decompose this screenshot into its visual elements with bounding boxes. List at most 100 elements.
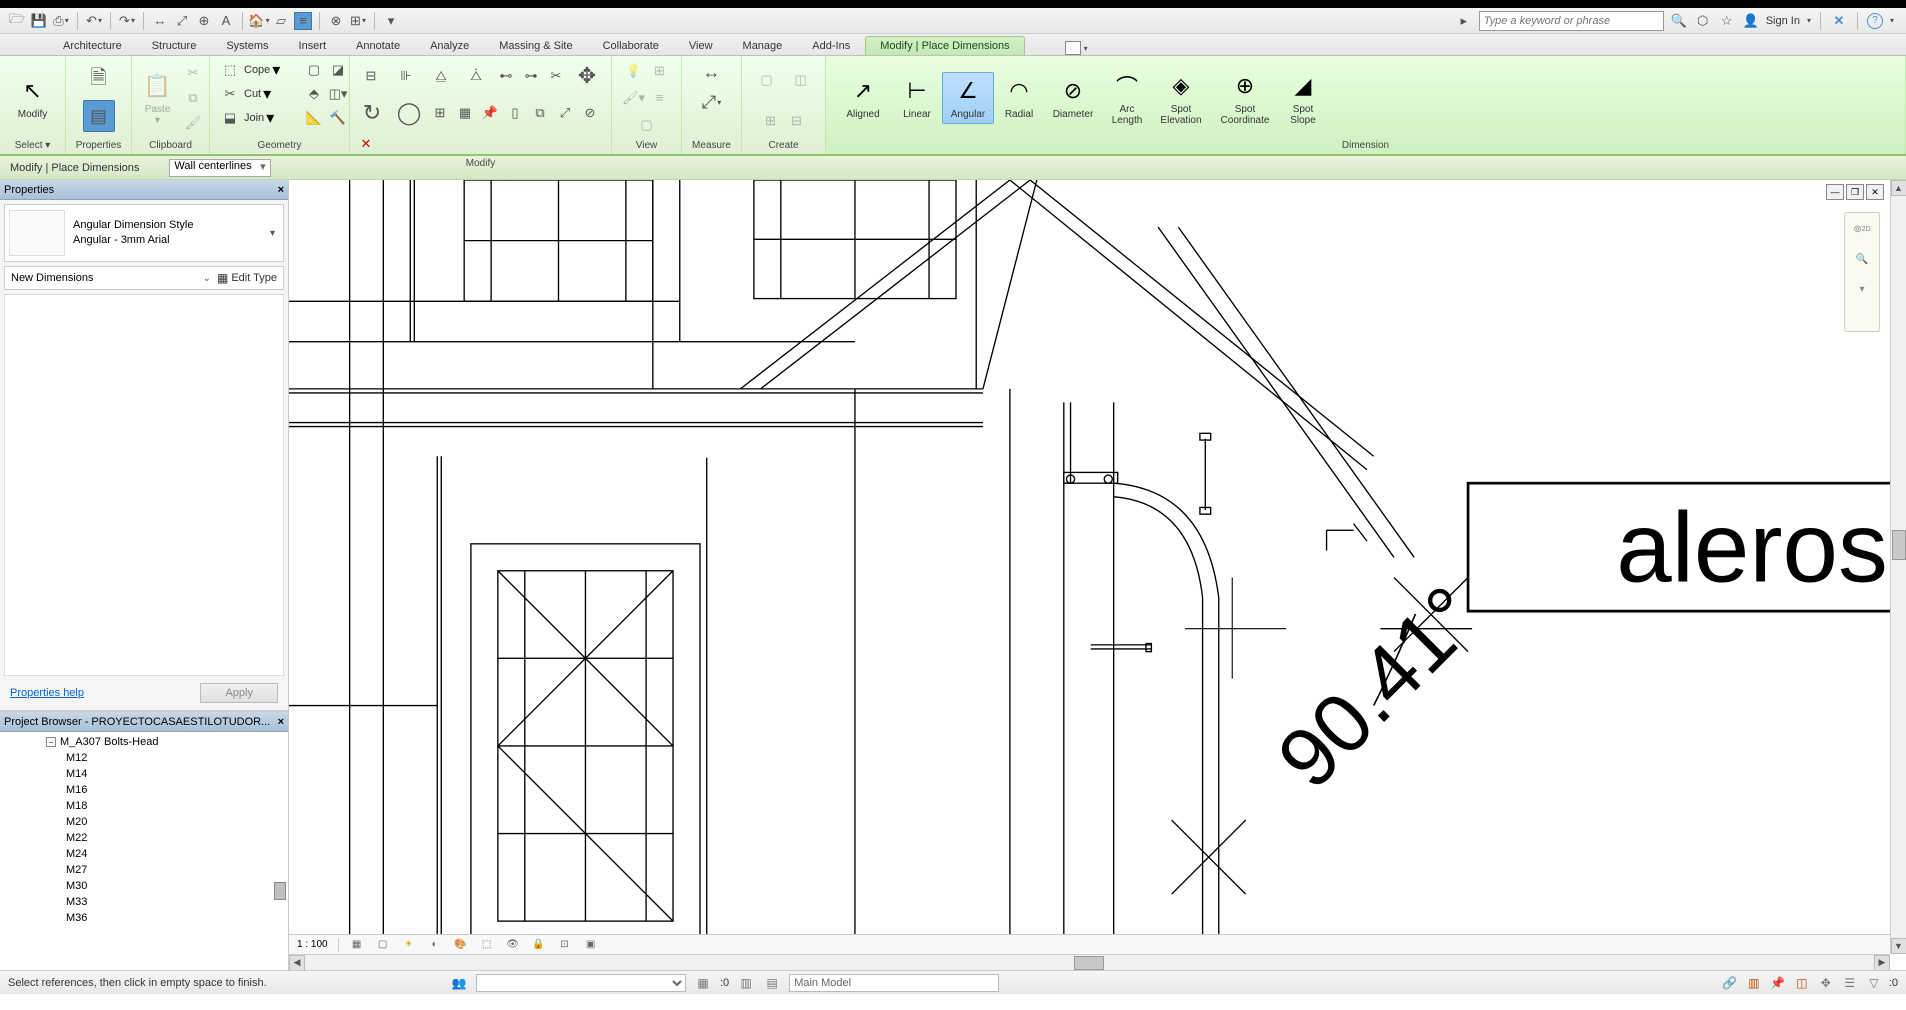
help-icon[interactable]: ?	[1867, 13, 1883, 29]
unpin-icon[interactable]: ⊘	[578, 101, 602, 125]
select-pinned-icon[interactable]: 📌	[1769, 974, 1787, 992]
thin-lines-icon[interactable]: ≡	[294, 12, 312, 30]
worksets-select[interactable]	[476, 974, 686, 992]
reference-select[interactable]: Wall centerlines	[169, 159, 270, 177]
search-trigger-icon[interactable]: ▸	[1455, 12, 1473, 30]
edit-type-button[interactable]: ▦Edit Type	[217, 271, 277, 285]
ribbon-display-toggle[interactable]: ▾	[1065, 41, 1088, 55]
user-icon[interactable]: 👤	[1742, 12, 1760, 30]
tree-item[interactable]: M22	[0, 830, 288, 846]
measure2-icon[interactable]: ⤢▾	[694, 88, 730, 116]
scroll-left-icon[interactable]: ◀	[289, 955, 305, 971]
crop-region-icon[interactable]: 👁	[505, 937, 521, 953]
spot-coordinate-button[interactable]: ⊕Spot Coordinate	[1212, 68, 1278, 129]
tree-item[interactable]: M20	[0, 814, 288, 830]
tab-view[interactable]: View	[674, 36, 728, 55]
geo-tool-1-icon[interactable]: ▢	[302, 58, 326, 82]
cut-icon[interactable]: ✂	[181, 61, 205, 85]
tree-item[interactable]: M27	[0, 862, 288, 878]
offset-icon[interactable]: ⊪	[389, 63, 423, 89]
mirror-axis-icon[interactable]: ⧋	[424, 63, 458, 89]
tree-item[interactable]: M24	[0, 846, 288, 862]
properties-help-link[interactable]: Properties help	[10, 687, 84, 699]
scale-icon[interactable]: ⤢	[553, 101, 577, 125]
design-option-select[interactable]	[789, 974, 999, 992]
geo-tool-6-icon[interactable]: 🔨	[326, 106, 350, 130]
geo-tool-5-icon[interactable]: 📐	[302, 106, 326, 130]
select-face-icon[interactable]: ◫	[1793, 974, 1811, 992]
sun-path-icon[interactable]: ☀	[401, 937, 417, 953]
pin-icon[interactable]: 📌	[478, 101, 502, 125]
exchange-apps-icon[interactable]: ✕	[1830, 12, 1848, 30]
tab-systems[interactable]: Systems	[211, 36, 283, 55]
tree-item[interactable]: M30	[0, 878, 288, 894]
tree-item[interactable]: M12	[0, 750, 288, 766]
tree-item[interactable]: M18	[0, 798, 288, 814]
tab-collaborate[interactable]: Collaborate	[588, 36, 674, 55]
crop-icon[interactable]: ⬚	[479, 937, 495, 953]
apply-button[interactable]: Apply	[200, 683, 278, 703]
open-icon[interactable]: 🗁	[8, 12, 26, 30]
redo-icon[interactable]: ↷▾	[118, 12, 136, 30]
view-tool-4-icon[interactable]: ≡	[648, 86, 672, 110]
section-icon[interactable]: ▱	[272, 12, 290, 30]
delete-icon[interactable]: ✕	[354, 132, 378, 156]
type-properties-icon[interactable]: 🗎	[83, 64, 115, 96]
split-icon[interactable]: ⊷	[494, 64, 518, 88]
horizontal-scrollbar[interactable]: ◀ ▶	[289, 954, 1890, 970]
3d-view-icon[interactable]: 🏠▾	[250, 12, 268, 30]
project-browser-close-icon[interactable]: ×	[278, 716, 284, 728]
nav-chevron-icon[interactable]: ▾	[1850, 277, 1874, 301]
scale-value[interactable]: 1 : 100	[297, 939, 328, 950]
view-tool-1-icon[interactable]: 💡	[622, 59, 646, 83]
tab-massing-site[interactable]: Massing & Site	[484, 36, 587, 55]
visual-style-icon[interactable]: ▢	[375, 937, 391, 953]
tab-structure[interactable]: Structure	[137, 36, 212, 55]
view-min-icon[interactable]: —	[1826, 184, 1844, 200]
view-tool-3-icon[interactable]: 🖌▾	[622, 86, 646, 110]
view-tool-5-icon[interactable]: ▢	[635, 113, 659, 137]
tree-item[interactable]: M36	[0, 910, 288, 926]
create-1-icon[interactable]: ▢	[751, 64, 783, 96]
shadows-icon[interactable]: ◐	[427, 937, 443, 953]
search-input[interactable]	[1479, 11, 1664, 31]
copy-modify-icon[interactable]: ▦	[453, 101, 477, 125]
move-icon[interactable]: ✥	[569, 58, 605, 94]
temp-hide-icon[interactable]: ⊡	[557, 937, 573, 953]
match-icon[interactable]: 🖌	[181, 111, 205, 135]
view-close-icon[interactable]: ✕	[1866, 184, 1884, 200]
tool-a-icon[interactable]: ▯	[503, 101, 527, 125]
create-3-icon[interactable]: ⊞	[759, 109, 783, 133]
split-gap-icon[interactable]: ⊶	[519, 64, 543, 88]
tree-item[interactable]: M33	[0, 894, 288, 910]
spot-elevation-button[interactable]: ◈Spot Elevation	[1152, 68, 1210, 129]
paste-button[interactable]: 📋 Paste▾	[136, 68, 179, 129]
modify-button[interactable]: ↖ Modify	[4, 73, 62, 123]
customize-qat-icon[interactable]: ▾	[382, 12, 400, 30]
favorites-icon[interactable]: ☆	[1718, 12, 1736, 30]
trim-icon[interactable]: ✂	[544, 64, 568, 88]
type-selector[interactable]: Angular Dimension Style Angular - 3mm Ar…	[4, 204, 284, 262]
aligned-dim-button[interactable]: ↗Aligned	[834, 73, 892, 123]
spot-icon[interactable]: ⊕	[195, 12, 213, 30]
scroll-up-icon[interactable]: ▲	[1891, 180, 1906, 196]
instance-filter-select[interactable]: New Dimensions	[11, 272, 197, 284]
join-button[interactable]: ⬓Join ▾	[214, 106, 278, 130]
align-icon[interactable]: ⊟	[354, 63, 388, 89]
tree-collapse-icon[interactable]: −	[46, 737, 56, 747]
tree-item[interactable]: M16	[0, 782, 288, 798]
detail-level-icon[interactable]: ▦	[349, 937, 365, 953]
scale-circle-icon[interactable]: ◯	[391, 95, 427, 131]
type-dropdown-icon[interactable]: ▾	[266, 228, 279, 239]
background-processes-icon[interactable]: ☰	[1841, 974, 1859, 992]
geo-tool-3-icon[interactable]: ⬘	[302, 82, 326, 106]
tree-scrollbar-thumb[interactable]	[274, 882, 286, 900]
switch-window-icon[interactable]: ⊞▾	[349, 12, 367, 30]
tree-item[interactable]: M14	[0, 766, 288, 782]
properties-close-icon[interactable]: ×	[278, 184, 284, 196]
project-browser-tree[interactable]: − M_A307 Bolts-Head M12 M14 M16 M18 M20 …	[0, 732, 288, 970]
panel-label-select[interactable]: Select ▾	[4, 138, 61, 154]
undo-icon[interactable]: ↶▾	[85, 12, 103, 30]
angular-dim-button[interactable]: ∠Angular	[942, 72, 994, 124]
scroll-down-icon[interactable]: ▼	[1891, 938, 1906, 954]
